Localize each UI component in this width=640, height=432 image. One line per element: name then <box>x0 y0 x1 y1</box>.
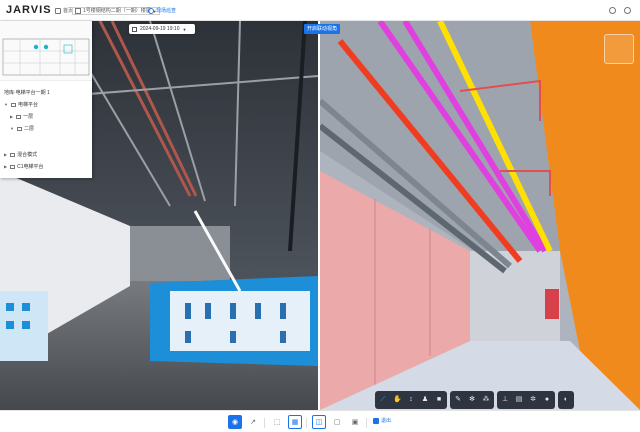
tree-item-floor-1[interactable]: ▶ 一层 <box>10 113 33 120</box>
split-view-icon[interactable]: ◫ <box>312 415 326 429</box>
breadcrumb-home[interactable]: 首页 <box>55 7 73 14</box>
project-selector[interactable]: 1号楼钢结构二期（一期）楼层 ▼ <box>72 7 160 15</box>
user-icon[interactable] <box>624 7 631 14</box>
bim-model-render <box>320 21 640 410</box>
tree-item-platform[interactable]: ▼ 电梯平台 <box>4 101 38 108</box>
home-icon <box>55 7 61 14</box>
tree-item-floor-2[interactable]: ▼ 二层 <box>10 125 34 132</box>
globe-icon[interactable]: ● <box>543 396 551 404</box>
nodes-icon[interactable]: ✻ <box>468 396 476 404</box>
settings-icon[interactable] <box>609 7 616 14</box>
measure-icon[interactable]: ⟋ <box>379 396 387 404</box>
person-icon[interactable]: ♟ <box>421 396 429 404</box>
app-logo[interactable]: JARVIS <box>6 4 52 16</box>
project-icon <box>75 8 81 14</box>
tree-item-label: 二层 <box>23 126 34 132</box>
folder-icon <box>16 126 22 131</box>
calendar-icon <box>132 26 137 32</box>
updown-arrow-icon[interactable]: ↕ <box>407 396 415 404</box>
tree-item-label: 一层 <box>23 114 34 120</box>
render-mode-group: ⬚ ▦ <box>270 415 302 429</box>
project-label: 1号楼钢结构二期（一期）楼层 <box>83 7 151 14</box>
exit-button[interactable]: 退出 <box>373 417 391 424</box>
view-cube[interactable] <box>604 34 634 64</box>
exit-label: 退出 <box>381 418 392 424</box>
hand-icon[interactable]: ✋ <box>393 396 402 404</box>
tree-root-label: 地库·电梯平台一期 1 <box>4 90 50 96</box>
doc-icon[interactable]: ▤ <box>515 396 523 404</box>
minimap-plan <box>2 38 90 76</box>
tree-item-c1[interactable]: ▶ C1电梯平台 <box>4 163 43 170</box>
group-icon[interactable]: ⁂ <box>482 396 490 404</box>
chevron-down-icon: ▼ <box>182 26 187 32</box>
panel-view-icon[interactable]: ▣ <box>348 415 362 429</box>
divider <box>366 418 367 428</box>
tree-item-label: C1电梯平台 <box>17 164 44 170</box>
top-bar: JARVIS 首页 1号楼钢结构二期（一期）楼层 ▼ 现场巡查 <box>0 0 640 21</box>
folder-icon <box>10 102 16 107</box>
single-view-icon[interactable]: ▢ <box>330 415 344 429</box>
divider <box>264 418 265 428</box>
layers-icon[interactable]: ◐ <box>562 396 570 404</box>
folder-icon <box>10 152 16 157</box>
check-icon <box>148 7 154 14</box>
bottom-bar: ◉ ↗ ⬚ ▦ ◫ ▢ ▣ 退出 <box>0 410 640 432</box>
sync-view-button[interactable]: 开启联动视角 <box>304 24 341 34</box>
tree-root[interactable]: 地库·电梯平台一期 1 <box>4 89 50 96</box>
chevron-right-icon: ▶ <box>4 152 8 157</box>
divider <box>306 418 307 428</box>
tree-icon[interactable]: ⊥ <box>501 396 509 404</box>
box-icon[interactable]: ⬚ <box>270 415 284 429</box>
toolbar-group-annotate: ✎ ✻ ⁂ <box>450 391 494 409</box>
site-check-label: 现场巡查 <box>156 8 177 14</box>
pen-icon[interactable]: ✎ <box>454 396 462 404</box>
bim-model-view[interactable] <box>320 21 640 410</box>
exit-icon <box>373 417 379 424</box>
folder-icon <box>16 114 22 119</box>
folder-icon <box>10 164 16 169</box>
toolbar-group-navigate: ⟋ ✋ ↕ ♟ ■ <box>375 391 447 409</box>
toolbar-group-layers: ◐ <box>558 391 574 409</box>
toolbar-group-tools: ⊥ ▤ ✲ ● <box>497 391 555 409</box>
tree-item-mixed[interactable]: ▶ 混合模式 <box>4 151 37 158</box>
eye-icon[interactable]: ◉ <box>228 415 242 429</box>
tree-item-label: 混合模式 <box>17 152 38 158</box>
chevron-down-icon: ▼ <box>10 126 14 131</box>
date-picker[interactable]: 2024-09-19 19:10 ▼ <box>129 24 195 34</box>
view-mode-group: ◉ ↗ <box>228 415 260 429</box>
model-toolbar: ⟋ ✋ ↕ ♟ ■ ✎ ✻ ⁂ ⊥ ▤ ✲ ● ◐ <box>375 391 574 409</box>
grid-icon[interactable]: ▦ <box>288 415 302 429</box>
tree-item-label: 电梯平台 <box>17 102 38 108</box>
chevron-right-icon: ▶ <box>4 164 8 169</box>
tab-site-check[interactable]: 现场巡查 <box>148 7 176 14</box>
chevron-right-icon: ▶ <box>10 114 14 119</box>
gear-icon[interactable]: ✲ <box>529 396 537 404</box>
camera-icon[interactable]: ■ <box>435 396 443 404</box>
chevron-down-icon: ▼ <box>4 102 8 107</box>
layout-group: ◫ ▢ ▣ <box>312 415 362 429</box>
date-value: 2024-09-19 19:10 <box>140 26 180 32</box>
floor-minimap[interactable] <box>0 21 92 81</box>
model-tree-panel: 地库·电梯平台一期 1 ▼ 电梯平台 ▶ 一层 ▼ 二层 ▶ 混合模式 ▶ C1… <box>0 21 92 178</box>
share-icon[interactable]: ↗ <box>246 415 260 429</box>
